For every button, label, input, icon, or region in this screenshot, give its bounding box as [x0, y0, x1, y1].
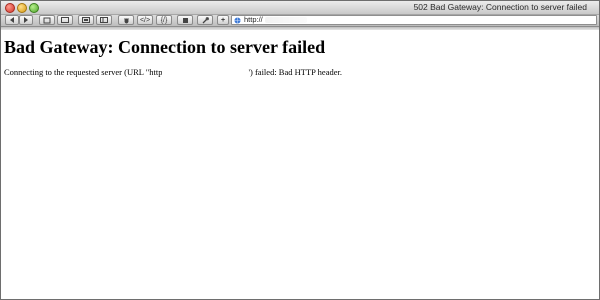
tools-button[interactable]: [197, 15, 213, 25]
puzzle-icon: [182, 17, 188, 23]
add-icon: +: [220, 16, 226, 24]
zoom-window-button[interactable]: [29, 3, 39, 13]
globe-icon: [234, 17, 241, 24]
code-icon: </>: [139, 16, 151, 24]
image-icon: [82, 17, 90, 23]
page-content: Bad Gateway: Connection to server failed…: [1, 30, 599, 299]
sidebar-icon: [100, 17, 108, 23]
bug-button[interactable]: [118, 15, 134, 25]
browser-window: 502 Bad Gateway: Connection to server fa…: [0, 0, 600, 300]
code-slash-button[interactable]: {/}: [156, 15, 172, 25]
forward-arrow-icon: [24, 17, 28, 23]
extension-button[interactable]: [177, 15, 193, 25]
image-button[interactable]: [78, 15, 94, 25]
title-bar: 502 Bad Gateway: Connection to server fa…: [1, 1, 599, 15]
address-bar[interactable]: http://: [231, 15, 597, 25]
toolbar: </> {/} + http://: [1, 15, 599, 27]
back-arrow-icon: [10, 17, 14, 23]
error-message-prefix: Connecting to the requested server (URL …: [4, 67, 163, 77]
redacted-url-text: [162, 67, 249, 77]
wrench-icon: [202, 16, 209, 23]
window-title: 502 Bad Gateway: Connection to server fa…: [413, 2, 587, 12]
close-window-button[interactable]: [5, 3, 15, 13]
window-icon: [61, 17, 69, 23]
sidebar-button[interactable]: [96, 15, 112, 25]
code-button[interactable]: </>: [137, 15, 153, 25]
error-message-suffix: ') failed: Bad HTTP header.: [248, 67, 342, 77]
home-button[interactable]: [39, 15, 55, 25]
minimize-window-button[interactable]: [17, 3, 27, 13]
code-slash-icon: {/}: [160, 16, 168, 24]
window-button[interactable]: [57, 15, 73, 25]
add-bookmark-button[interactable]: +: [217, 15, 229, 25]
bug-icon: [123, 18, 129, 23]
forward-button[interactable]: [19, 15, 33, 25]
home-icon: [43, 17, 51, 23]
page-heading: Bad Gateway: Connection to server failed: [4, 37, 326, 57]
back-button[interactable]: [5, 15, 19, 25]
error-message: Connecting to the requested server (URL …: [4, 67, 342, 77]
url-text: http://: [244, 15, 263, 24]
redacted-url: [265, 17, 307, 23]
